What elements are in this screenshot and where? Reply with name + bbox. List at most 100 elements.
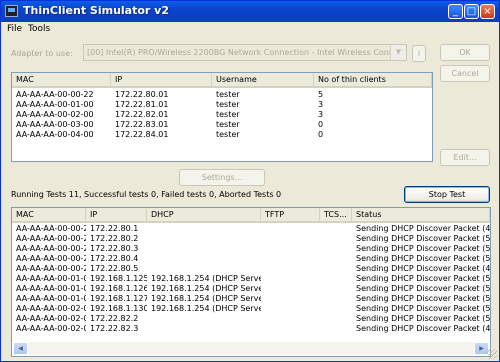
- clients-table-header: MAC IP Username No of thin clients: [12, 73, 432, 88]
- clients-table[interactable]: MAC IP Username No of thin clients AA-AA…: [11, 72, 433, 162]
- horizontal-scrollbar[interactable]: ◀ ▶: [13, 342, 489, 355]
- table-cell: [261, 324, 320, 334]
- table-cell: [261, 294, 320, 304]
- table-cell: tester: [216, 110, 240, 119]
- table-cell: [320, 314, 352, 324]
- test-status-text: Running Tests 11, Successful tests 0, Fa…: [11, 190, 282, 199]
- table-cell: Sending DHCP Discover Packet (5): [356, 234, 490, 243]
- chevron-down-icon[interactable]: ▼: [390, 45, 406, 60]
- menu-bar: File Tools: [1, 22, 499, 37]
- title-bar[interactable]: ThinClient Simulator v2 _ □ ×: [1, 1, 499, 22]
- tests-table[interactable]: MAC IP DHCP TFTP TCS... Status AA-AA-AA-…: [11, 207, 491, 357]
- table-cell: Sending DHCP Discover Packet (4): [356, 264, 490, 273]
- menu-file[interactable]: File: [7, 24, 22, 34]
- table-cell: 172.22.82.3: [90, 324, 139, 333]
- table-cell: AA-AA-AA-00-01-00: [16, 100, 94, 109]
- table-cell: [320, 304, 352, 314]
- table-cell: [147, 244, 261, 254]
- table-cell: 192.168.1.127: [90, 294, 147, 303]
- table-cell: 172.22.80.4: [90, 254, 139, 263]
- table-cell: 192.168.1.254 (DHCP Server),: [151, 284, 261, 293]
- adapter-select[interactable]: [00] Intel(R) PRO/Wireless 2200BG Networ…: [83, 44, 407, 61]
- table-cell: [320, 294, 352, 304]
- table-cell: [147, 264, 261, 274]
- table-cell: Sending DHCP Discover Packet (5): [356, 294, 490, 303]
- table-cell: AA-AA-AA-00-02-00: [16, 110, 94, 119]
- adapter-info-button[interactable]: i: [412, 45, 426, 62]
- table-cell: AA-AA-AA-00-00-25: [16, 254, 86, 263]
- table-cell: AA-AA-AA-00-02-01: [16, 314, 86, 323]
- table-cell: [320, 324, 352, 334]
- adapter-label: Adapter to use:: [11, 49, 73, 58]
- table-cell: [147, 324, 261, 334]
- resize-grip-icon[interactable]: [487, 349, 497, 359]
- maximize-button[interactable]: □: [464, 4, 479, 19]
- table-cell: 172.22.83.01: [115, 120, 169, 129]
- table-cell: Sending DHCP Discover Packet (5): [356, 304, 490, 313]
- edit-button[interactable]: Edit...: [440, 149, 490, 166]
- stop-test-button[interactable]: Stop Test: [404, 186, 490, 203]
- table-cell: [261, 284, 320, 294]
- column-header-username[interactable]: Username: [212, 73, 314, 86]
- table-cell: [261, 304, 320, 314]
- table-cell: 192.168.1.254 (DHCP Server),: [151, 274, 261, 283]
- table-cell: [261, 244, 320, 254]
- table-cell: AA-AA-AA-00-02-00: [16, 304, 86, 313]
- ok-button[interactable]: OK: [440, 44, 490, 61]
- table-cell: [147, 224, 261, 234]
- table-cell: 172.22.80.3: [90, 244, 139, 253]
- table-cell: 172.22.80.5: [90, 264, 139, 273]
- tests-table-header: MAC IP DHCP TFTP TCS... Status: [12, 208, 490, 223]
- table-cell: [261, 224, 320, 234]
- table-cell: 3: [318, 100, 324, 109]
- column-header-thin-clients[interactable]: No of thin clients: [314, 73, 432, 86]
- table-cell: 192.168.1.254 (DHCP Server),: [151, 304, 261, 313]
- table-cell: AA-AA-AA-00-00-23: [16, 234, 86, 243]
- table-cell: [320, 274, 352, 284]
- column-header-mac[interactable]: MAC: [12, 208, 86, 221]
- app-icon: [5, 5, 18, 17]
- settings-button[interactable]: Settings...: [179, 169, 265, 186]
- table-cell: [320, 284, 352, 294]
- table-cell: 172.22.80.2: [90, 234, 139, 243]
- table-cell: [320, 254, 352, 264]
- column-header-status[interactable]: Status: [352, 208, 490, 221]
- table-cell: [261, 314, 320, 324]
- table-cell: 192.168.1.254 (DHCP Server),: [151, 294, 261, 303]
- table-cell: [147, 314, 261, 324]
- main-window: ThinClient Simulator v2 _ □ × File Tools…: [0, 0, 500, 362]
- table-cell: tester: [216, 120, 240, 129]
- column-header-mac[interactable]: MAC: [12, 73, 111, 86]
- table-cell: tester: [216, 100, 240, 109]
- table-cell: Sending DHCP Discover Packet (5): [356, 254, 490, 263]
- column-header-ip[interactable]: IP: [86, 208, 147, 221]
- table-cell: 172.22.80.01: [115, 90, 169, 99]
- table-cell: [320, 244, 352, 254]
- column-header-ip[interactable]: IP: [111, 73, 212, 86]
- table-cell: AA-AA-AA-00-04-00: [16, 130, 94, 139]
- adapter-select-value: [00] Intel(R) PRO/Wireless 2200BG Networ…: [87, 48, 406, 57]
- column-header-dhcp[interactable]: DHCP: [147, 208, 261, 221]
- table-cell: tester: [216, 90, 240, 99]
- scroll-left-icon[interactable]: ◀: [13, 342, 28, 355]
- table-cell: AA-AA-AA-00-02-02: [16, 324, 86, 333]
- cancel-button[interactable]: Cancel: [440, 65, 490, 82]
- table-cell: 0: [318, 120, 324, 129]
- table-cell: AA-AA-AA-00-00-22: [16, 224, 86, 233]
- table-cell: [320, 264, 352, 274]
- column-header-tcs[interactable]: TCS...: [320, 208, 352, 221]
- close-button[interactable]: ×: [480, 4, 495, 19]
- table-cell: 5: [318, 90, 324, 99]
- table-cell: tester: [216, 130, 240, 139]
- menu-tools[interactable]: Tools: [28, 24, 50, 34]
- table-cell: AA-AA-AA-00-00-22: [16, 90, 94, 99]
- table-cell: Sending DHCP Discover Packet (5): [356, 284, 490, 293]
- table-cell: [261, 264, 320, 274]
- table-cell: AA-AA-AA-00-01-02: [16, 294, 86, 303]
- column-header-tftp[interactable]: TFTP: [261, 208, 320, 221]
- table-cell: 172.22.82.2: [90, 314, 139, 323]
- table-cell: [320, 234, 352, 244]
- minimize-button[interactable]: _: [448, 4, 463, 19]
- table-cell: 0: [318, 130, 324, 139]
- table-cell: AA-AA-AA-00-00-26: [16, 264, 86, 273]
